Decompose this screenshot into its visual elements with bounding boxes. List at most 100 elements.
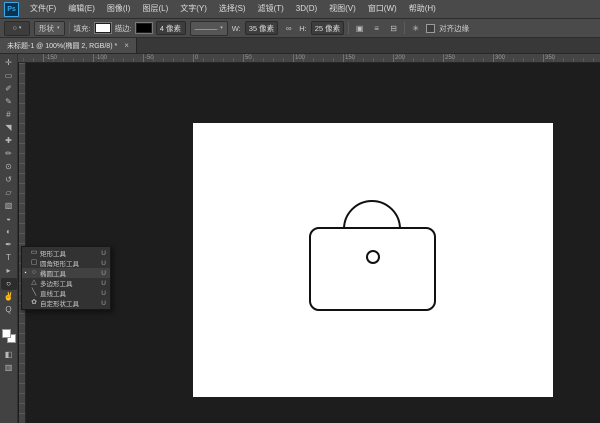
path-alignment-icon[interactable]: ≡	[370, 22, 383, 35]
foreground-color-swatch[interactable]	[2, 329, 11, 338]
menu-image[interactable]: 图像(I)	[101, 0, 137, 18]
type-tool[interactable]: T	[1, 252, 17, 264]
ruler-label: -100	[95, 54, 107, 63]
menu-filter[interactable]: 滤镜(T)	[252, 0, 290, 18]
ruler-label: 250	[445, 54, 455, 63]
tool-icon: ▥	[5, 362, 13, 374]
path-operations-icon[interactable]: ▣	[353, 22, 366, 35]
menu-select[interactable]: 选择(S)	[213, 0, 252, 18]
shape-tool-icon: ╲	[30, 288, 38, 298]
menu-type[interactable]: 文字(Y)	[174, 0, 213, 18]
ellipse-tool-icon: ○	[13, 25, 17, 32]
stroke-swatch[interactable]	[136, 23, 152, 33]
history-brush-tool[interactable]: ↺	[1, 174, 17, 186]
tool-preset-picker[interactable]: ○ ▾	[4, 21, 30, 36]
menu-file[interactable]: 文件(F)	[24, 0, 62, 18]
flyout-item-shortcut: U	[101, 260, 106, 267]
crop-tool[interactable]: #	[1, 109, 17, 121]
ruler-label: -150	[45, 54, 57, 63]
custom-shape-tool-item[interactable]: ✿ 自定形状工具 U	[22, 298, 110, 308]
menu-3d[interactable]: 3D(D)	[290, 0, 323, 18]
document-tab-title: 未标题-1 @ 100%(椭圆 2, RGB/8) *	[7, 41, 117, 51]
path-arrangement-icon[interactable]: ⊟	[387, 22, 400, 35]
flyout-item-label: 自定形状工具	[40, 298, 99, 308]
ruler-label: 0	[195, 54, 198, 63]
rounded-rectangle-tool-item[interactable]: ▢ 圆角矩形工具 U	[22, 258, 110, 268]
tool-icon: ✚	[5, 135, 12, 147]
tool-icon: ◧	[5, 349, 13, 361]
lasso-tool[interactable]: ✐	[1, 83, 17, 95]
tool-icon: ✎	[5, 96, 12, 108]
hand-tool[interactable]: ✌	[1, 291, 17, 303]
menu-layer[interactable]: 图层(L)	[136, 0, 174, 18]
gear-icon[interactable]: ✳	[409, 22, 422, 35]
flyout-item-shortcut: U	[101, 290, 106, 297]
document-tab[interactable]: 未标题-1 @ 100%(椭圆 2, RGB/8) * ×	[0, 38, 137, 53]
chevron-down-icon: ▾	[19, 25, 22, 31]
polygon-tool-item[interactable]: △ 多边形工具 U	[22, 278, 110, 288]
tool-mode-value: 形状	[39, 23, 54, 34]
line-tool-item[interactable]: ╲ 直线工具 U	[22, 288, 110, 298]
quick-selection-tool[interactable]: ✎	[1, 96, 17, 108]
stroke-width-value: 4 像素	[160, 23, 181, 34]
shape-tool[interactable]: ○	[1, 278, 17, 290]
tool-icon: Q	[5, 304, 11, 316]
screen-mode-icon[interactable]: ▥	[1, 362, 17, 374]
brush-tool[interactable]: ✏	[1, 148, 17, 160]
document-canvas[interactable]	[193, 123, 553, 397]
tool-icon: ▭	[5, 70, 13, 82]
menu-view[interactable]: 视图(V)	[323, 0, 362, 18]
clone-stamp-tool[interactable]: ⊙	[1, 161, 17, 173]
rounded-rect-shape	[309, 227, 436, 311]
blur-tool[interactable]: ◒	[1, 213, 17, 225]
fill-swatch[interactable]	[95, 23, 111, 33]
menu-window[interactable]: 窗口(W)	[362, 0, 403, 18]
horizontal-ruler[interactable]: -150 -100 -50 0 50 100 150 200 250 300 3…	[18, 54, 600, 63]
tool-icon: ○	[6, 278, 11, 290]
zoom-tool[interactable]: Q	[1, 304, 17, 316]
tool-icon: ◒	[6, 213, 11, 225]
dodge-tool[interactable]: ◐	[1, 226, 17, 238]
tool-mode-select[interactable]: 形状 ▾	[34, 21, 65, 36]
menu-edit[interactable]: 编辑(E)	[62, 0, 101, 18]
flyout-item-shortcut: U	[101, 300, 106, 307]
rectangular-marquee-tool[interactable]: ▭	[1, 70, 17, 82]
canvas-area[interactable]	[19, 63, 600, 423]
shape-tool-icon: ○	[30, 268, 38, 278]
document-tab-bar: 未标题-1 @ 100%(椭圆 2, RGB/8) * ×	[0, 38, 600, 54]
stroke-style-select[interactable]: ——— ▾	[190, 21, 228, 36]
healing-brush-tool[interactable]: ✚	[1, 135, 17, 147]
tool-extras: ◧ ▥	[1, 349, 17, 375]
gradient-tool[interactable]: ▧	[1, 200, 17, 212]
pen-tool[interactable]: ✒	[1, 239, 17, 251]
ruler-label: 300	[495, 54, 505, 63]
photoshop-logo-icon[interactable]: Ps	[4, 2, 19, 17]
stroke-style-value: ———	[195, 24, 218, 33]
align-edges-checkbox[interactable]	[426, 24, 435, 33]
ellipse-tool-item[interactable]: ▪ ○ 椭圆工具 U	[22, 268, 110, 278]
small-circle-shape	[366, 250, 380, 264]
rectangle-tool-item[interactable]: ▭ 矩形工具 U	[22, 248, 110, 258]
width-label: W:	[232, 24, 241, 33]
options-bar: ○ ▾ 形状 ▾ 填充: 描边: 4 像素 ——— ▾ W: 35 像素 ∞ H…	[0, 19, 600, 38]
link-dimensions-icon[interactable]: ∞	[282, 22, 295, 35]
shape-tool-icon: △	[30, 278, 38, 288]
stroke-width-field[interactable]: 4 像素	[156, 21, 186, 35]
vertical-ruler[interactable]	[19, 63, 26, 423]
width-field[interactable]: 35 像素	[245, 21, 278, 35]
eraser-tool[interactable]: ▱	[1, 187, 17, 199]
tool-icon: ◐	[6, 226, 11, 238]
ruler-label: 150	[345, 54, 355, 63]
height-field[interactable]: 25 像素	[311, 21, 344, 35]
tool-icon: #	[6, 109, 10, 121]
stroke-label: 描边:	[115, 23, 132, 34]
move-tool[interactable]: ✛	[1, 57, 17, 69]
path-selection-tool[interactable]: ▸	[1, 265, 17, 277]
close-icon[interactable]: ×	[124, 42, 129, 50]
eyedropper-tool[interactable]: ◥	[1, 122, 17, 134]
menu-help[interactable]: 帮助(H)	[403, 0, 442, 18]
quick-mask-icon[interactable]: ◧	[1, 349, 17, 361]
fill-label: 填充:	[74, 23, 91, 34]
flyout-item-shortcut: U	[101, 250, 106, 257]
align-edges-label: 对齐边缘	[439, 23, 469, 34]
